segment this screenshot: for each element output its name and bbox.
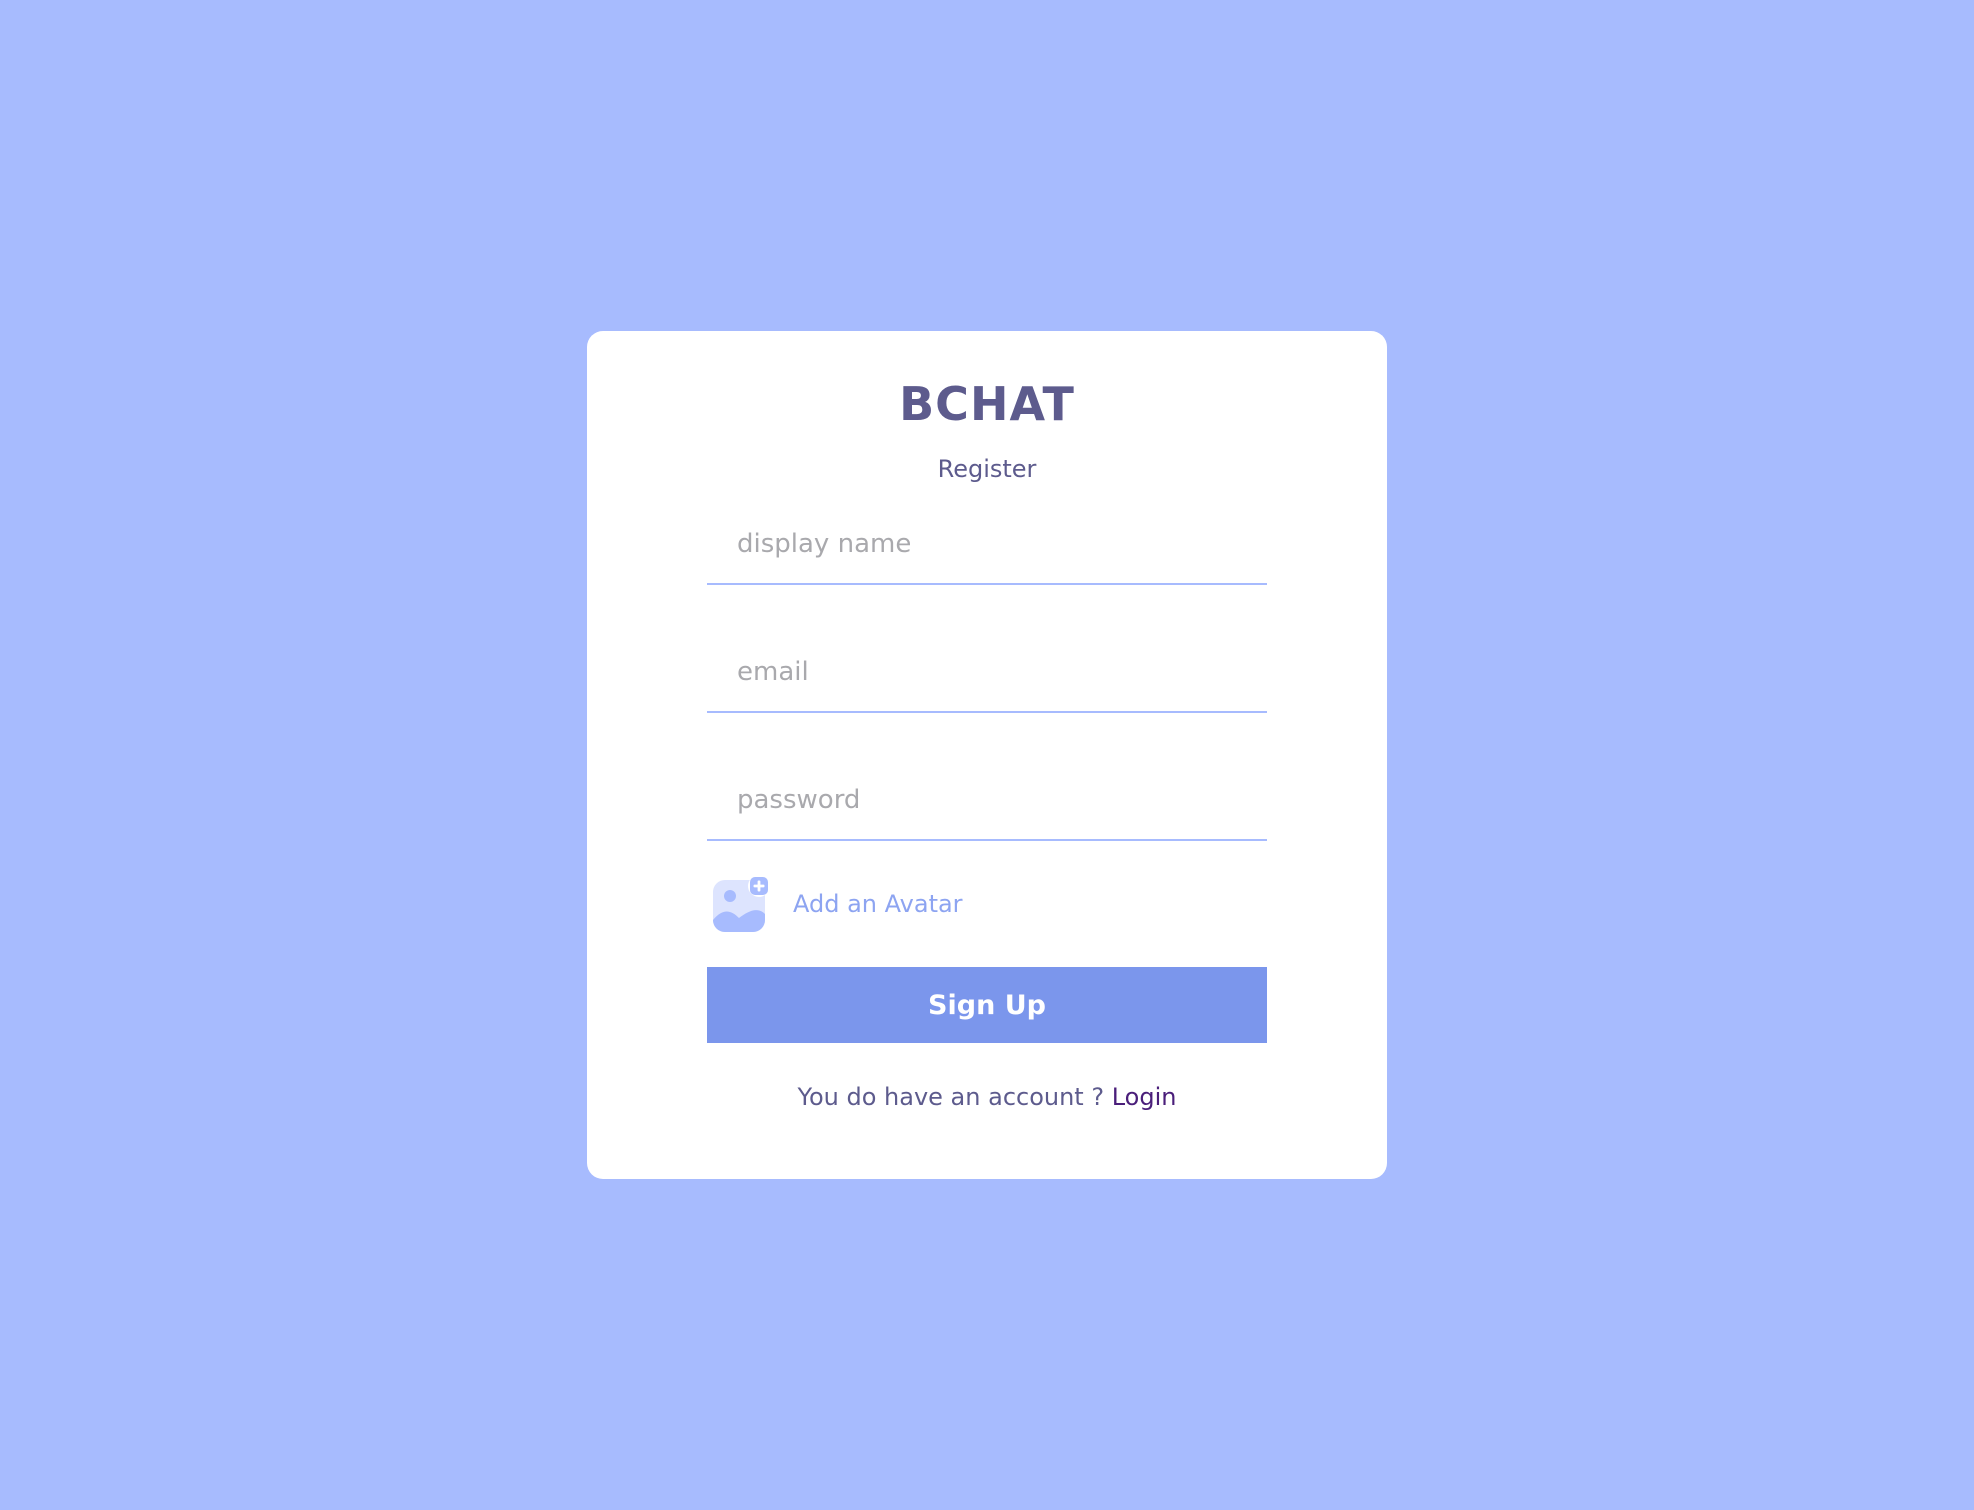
email-input[interactable] [707, 633, 1267, 713]
login-prompt-text: You do have an account ? [797, 1083, 1105, 1111]
sign-up-button[interactable]: Sign Up [707, 967, 1267, 1043]
display-name-input[interactable] [707, 505, 1267, 585]
login-link[interactable]: Login [1112, 1083, 1177, 1111]
app-logo: BCHAT [899, 377, 1075, 431]
login-prompt: You do have an account ? Login [798, 1083, 1177, 1111]
register-form: Add an Avatar Sign Up [707, 505, 1267, 1043]
add-avatar-button[interactable]: Add an Avatar [707, 873, 1267, 935]
add-avatar-label: Add an Avatar [793, 890, 963, 918]
register-card: BCHAT Register Add an Avatar Sign Up You… [587, 331, 1387, 1179]
page-title: Register [937, 455, 1037, 483]
password-input[interactable] [707, 761, 1267, 841]
add-image-icon [713, 875, 770, 932]
